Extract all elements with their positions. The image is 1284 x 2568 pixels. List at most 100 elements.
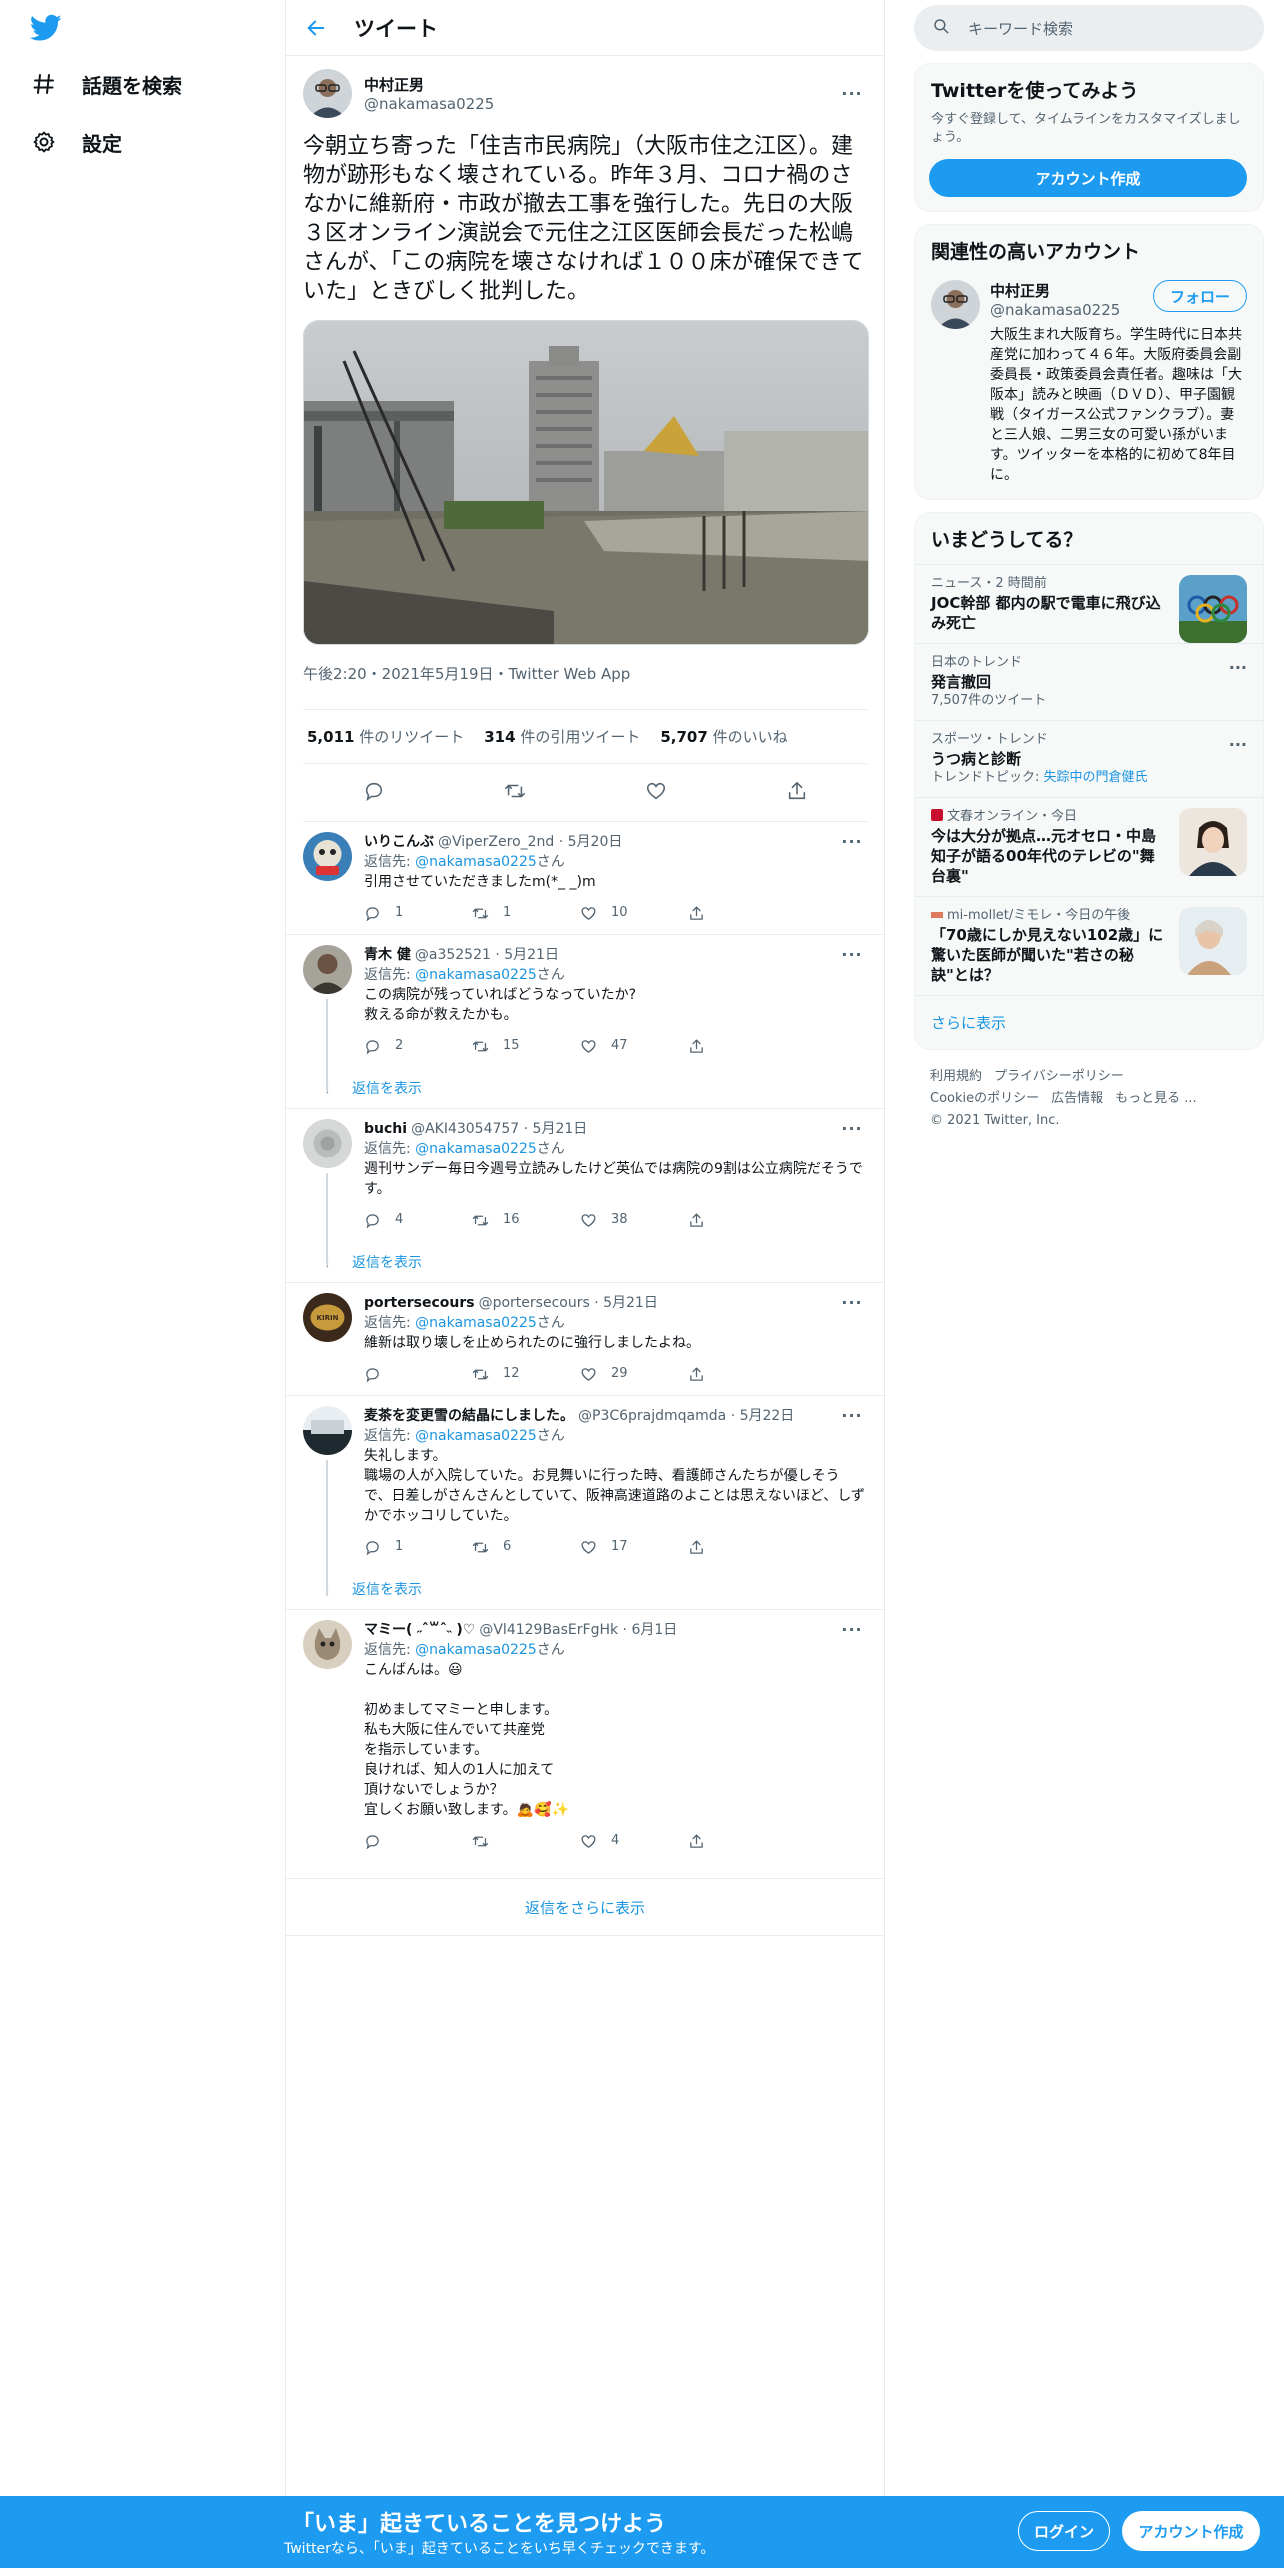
like-count-link[interactable]: 5,707 件のいいね (660, 726, 787, 747)
author-avatar[interactable] (303, 68, 352, 118)
reply-author-name[interactable]: buchi (364, 1119, 407, 1139)
like-button[interactable]: 47 (580, 1036, 688, 1056)
related-name[interactable]: 中村正男 (990, 280, 1120, 301)
footer-privacy-link[interactable]: プライバシーポリシー (994, 1069, 1124, 1084)
related-handle[interactable]: @nakamasa0225 (990, 301, 1120, 319)
footer-more-link[interactable]: もっと見る ... (1115, 1091, 1197, 1106)
reply-button[interactable]: 1 (364, 1537, 472, 1557)
more-options-icon[interactable]: ··· (837, 1119, 867, 1139)
show-replies-link[interactable]: ⋮返信を表示 (286, 1067, 884, 1109)
share-button[interactable] (688, 1212, 796, 1229)
more-options-icon[interactable]: ··· (837, 84, 867, 103)
retweet-button[interactable]: 6 (472, 1537, 580, 1557)
login-button[interactable]: ログイン (1018, 2511, 1110, 2551)
nav-explore[interactable]: 話題を検索 (30, 56, 182, 112)
create-account-button[interactable]: アカウント作成 (929, 159, 1247, 197)
more-options-icon[interactable]: ··· (837, 1620, 867, 1640)
author-name[interactable]: 中村正男 (364, 74, 837, 95)
retweet-button[interactable]: 12 (472, 1364, 580, 1384)
reply-avatar[interactable] (303, 1119, 352, 1168)
reply-to-link[interactable]: @nakamasa0225 (415, 1315, 537, 1331)
show-replies-link[interactable]: ⋮返信を表示 (286, 1241, 884, 1283)
reply-author-name[interactable]: portersecours (364, 1293, 475, 1313)
share-button[interactable] (688, 1038, 796, 1055)
more-options-icon[interactable]: ··· (837, 945, 867, 965)
reply-author-handle[interactable]: @P3C6prajdmqamda · 5月22日 (578, 1406, 794, 1426)
reply-avatar[interactable] (303, 1620, 352, 1669)
show-more-trends-link[interactable]: さらに表示 (915, 995, 1263, 1049)
reply-to-link[interactable]: @nakamasa0225 (415, 967, 537, 983)
reply-author-name[interactable]: 青木 健 (364, 945, 411, 965)
reply-tweet[interactable]: KIRIN portersecours @portersecours · 5月21… (286, 1283, 884, 1396)
twitter-logo-icon[interactable] (29, 14, 62, 42)
share-button[interactable] (688, 1539, 796, 1556)
reply-avatar[interactable] (303, 945, 352, 994)
search-input[interactable]: キーワード検索 (968, 18, 1073, 39)
tweet-timestamp[interactable]: 午後2:20・2021年5月19日・Twitter Web App (303, 663, 867, 693)
more-options-icon[interactable]: ··· (837, 1293, 867, 1313)
reply-button[interactable]: 4 (364, 1210, 472, 1230)
reply-icon[interactable] (363, 780, 385, 806)
reply-author-handle[interactable]: @ViperZero_2nd · 5月20日 (438, 832, 622, 852)
trend-item[interactable]: 日本のトレンド 発言撤回 7,507件のツイート ··· (915, 643, 1263, 720)
more-options-icon[interactable]: ··· (837, 1406, 867, 1426)
follow-button[interactable]: フォロー (1152, 280, 1247, 312)
more-replies-button[interactable]: 返信をさらに表示 (286, 1878, 884, 1936)
trend-item[interactable]: 文春オンライン・今日 今は大分が拠点…元オセロ・中島知子が語る00年代のテレビの… (915, 797, 1263, 896)
reply-button[interactable] (364, 1833, 472, 1850)
like-button[interactable]: 38 (580, 1210, 688, 1230)
reply-tweet[interactable]: 麦茶を変更雪の結晶にしました。 @P3C6prajdmqamda · 5月22日 ·… (286, 1396, 884, 1596)
reply-button[interactable] (364, 1366, 472, 1383)
reply-to-link[interactable]: @nakamasa0225 (415, 1428, 537, 1444)
reply-author-handle[interactable]: @portersecours · 5月21日 (479, 1293, 658, 1313)
reply-button[interactable]: 1 (364, 903, 472, 923)
trend-item[interactable]: スポーツ・トレンド うつ病と診断 トレンドトピック: 失踪中の門倉健氏 ··· (915, 720, 1263, 797)
retweet-count-link[interactable]: 5,011 件のリツイート (307, 726, 464, 747)
retweet-button[interactable]: 16 (472, 1210, 580, 1230)
like-button[interactable]: 10 (580, 903, 688, 923)
retweet-button[interactable]: 1 (472, 903, 580, 923)
tweet-photo[interactable] (303, 320, 869, 645)
share-button[interactable] (688, 905, 796, 922)
share-icon[interactable] (786, 780, 808, 806)
nav-settings[interactable]: 設定 (30, 114, 122, 170)
trend-item[interactable]: mi-mollet/ミモレ・今日の午後 「70歳にしか見えない102歳」に驚いた… (915, 896, 1263, 995)
reply-to-link[interactable]: @nakamasa0225 (415, 854, 537, 870)
reply-author-name[interactable]: マミー( ˶ˆ꒳ˆ˵ )♡ (364, 1620, 475, 1640)
reply-author-name[interactable]: 麦茶を変更雪の結晶にしました。 (364, 1406, 574, 1426)
footer-cookie-link[interactable]: Cookieのポリシー (930, 1091, 1039, 1106)
reply-author-handle[interactable]: @Vl4129BasErFgHk · 6月1日 (479, 1620, 677, 1640)
trend-topic-link[interactable]: 失踪中の門倉健氏 (1044, 770, 1148, 785)
like-button[interactable]: 29 (580, 1364, 688, 1384)
reply-tweet[interactable]: いりこんぶ @ViperZero_2nd · 5月20日 ··· 返信先: @nak… (286, 822, 884, 935)
reply-tweet[interactable]: マミー( ˶ˆ꒳ˆ˵ )♡ @Vl4129BasErFgHk · 6月1日 ··· … (286, 1610, 884, 1862)
reply-author-handle[interactable]: @a352521 · 5月21日 (415, 945, 559, 965)
author-handle[interactable]: @nakamasa0225 (364, 95, 837, 113)
related-account[interactable]: 中村正男 @nakamasa0225 フォロー 大阪生まれ大阪育ち。学生時代に日… (915, 276, 1263, 499)
like-icon[interactable] (645, 780, 667, 806)
trend-item[interactable]: ニュース・2 時間前 JOC幹部 都内の駅で電車に飛び込み死亡 (915, 564, 1263, 643)
retweet-icon[interactable] (504, 780, 526, 806)
quote-count-link[interactable]: 314 件の引用ツイート (484, 726, 640, 747)
reply-to-link[interactable]: @nakamasa0225 (415, 1642, 537, 1658)
reply-author-name[interactable]: いりこんぶ (364, 832, 434, 852)
reply-button[interactable]: 2 (364, 1036, 472, 1056)
more-options-icon[interactable]: ··· (837, 832, 867, 852)
like-button[interactable]: 17 (580, 1537, 688, 1557)
reply-to-link[interactable]: @nakamasa0225 (415, 1141, 537, 1157)
related-avatar[interactable] (931, 280, 980, 329)
back-arrow-icon[interactable] (288, 0, 344, 56)
reply-tweet[interactable]: buchi @AKI43054757 · 5月21日 ··· 返信先: @nakam… (286, 1109, 884, 1265)
like-button[interactable]: 4 (580, 1831, 688, 1851)
reply-avatar[interactable] (303, 832, 352, 881)
more-options-icon[interactable]: ··· (1229, 735, 1247, 754)
footer-ads-link[interactable]: 広告情報 (1051, 1091, 1103, 1106)
more-options-icon[interactable]: ··· (1229, 658, 1247, 677)
footer-terms-link[interactable]: 利用規約 (930, 1069, 982, 1084)
reply-avatar[interactable]: KIRIN (303, 1293, 352, 1342)
show-replies-link[interactable]: ⋮返信を表示 (286, 1568, 884, 1610)
retweet-button[interactable] (472, 1833, 580, 1850)
signup-button[interactable]: アカウント作成 (1122, 2511, 1260, 2551)
share-button[interactable] (688, 1833, 796, 1850)
retweet-button[interactable]: 15 (472, 1036, 580, 1056)
